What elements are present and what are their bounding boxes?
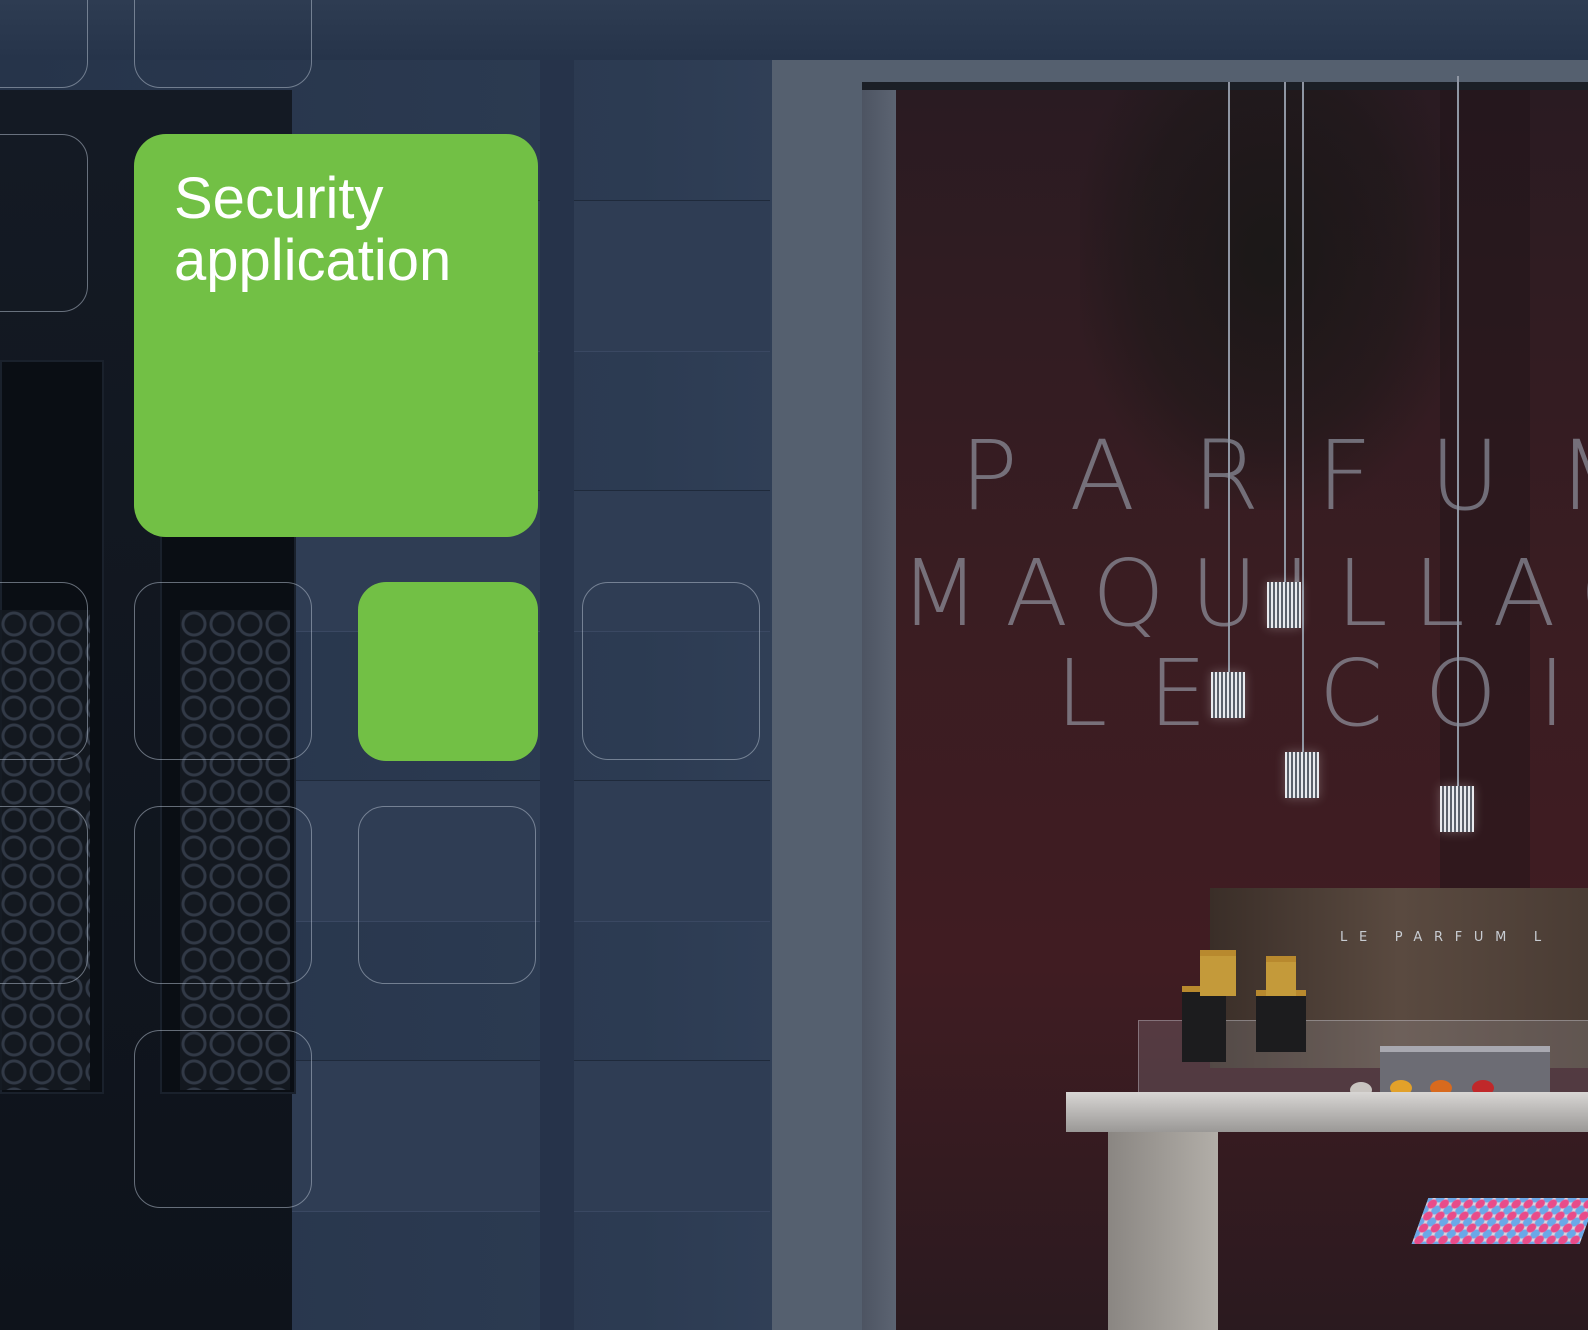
counter-leg (1108, 1132, 1218, 1330)
wall-block (292, 1060, 770, 1212)
window-text-line-1: PARFUM (960, 420, 1588, 532)
lamp-wire (1284, 82, 1286, 582)
pendant-lamp (1285, 752, 1319, 798)
window-text-line-2: MAQUILLAGE (900, 540, 1588, 647)
outline-tile (0, 806, 88, 984)
lamp-wire (1302, 82, 1304, 752)
lamp-wire (1228, 82, 1230, 672)
perfume-bottle (1200, 950, 1236, 996)
window-text-line-3: LE COIN (1056, 640, 1588, 747)
perfume-bottle (1256, 990, 1306, 1052)
color-palette (1411, 1198, 1588, 1244)
perfume-bottle (1266, 956, 1296, 996)
accent-tile (358, 582, 538, 761)
outline-tile (0, 0, 88, 88)
perfume-bottle (1182, 986, 1226, 1062)
hero-banner: PARFUM MAQUILLAGE LE COIN LE PARFUM L Se… (0, 0, 1588, 1330)
outline-tile (582, 582, 760, 760)
pendant-lamp (1267, 582, 1301, 628)
window-pillar (862, 90, 896, 1330)
pendant-lamp (1211, 672, 1245, 718)
outline-tile (0, 134, 88, 312)
outline-tile (358, 806, 536, 984)
display-label: LE PARFUM L (1340, 930, 1553, 945)
page-title: Security application (174, 166, 452, 293)
display-counter (1066, 1092, 1588, 1132)
wall-pilaster (540, 60, 574, 1330)
outline-tile (134, 806, 312, 984)
lamp-wire (1457, 76, 1459, 786)
pendant-lamp (1440, 786, 1474, 832)
outline-tile (134, 582, 312, 760)
title-card: Security application (134, 134, 538, 537)
outline-tile (0, 582, 88, 760)
outline-tile (134, 1030, 312, 1208)
outline-tile (134, 0, 312, 88)
